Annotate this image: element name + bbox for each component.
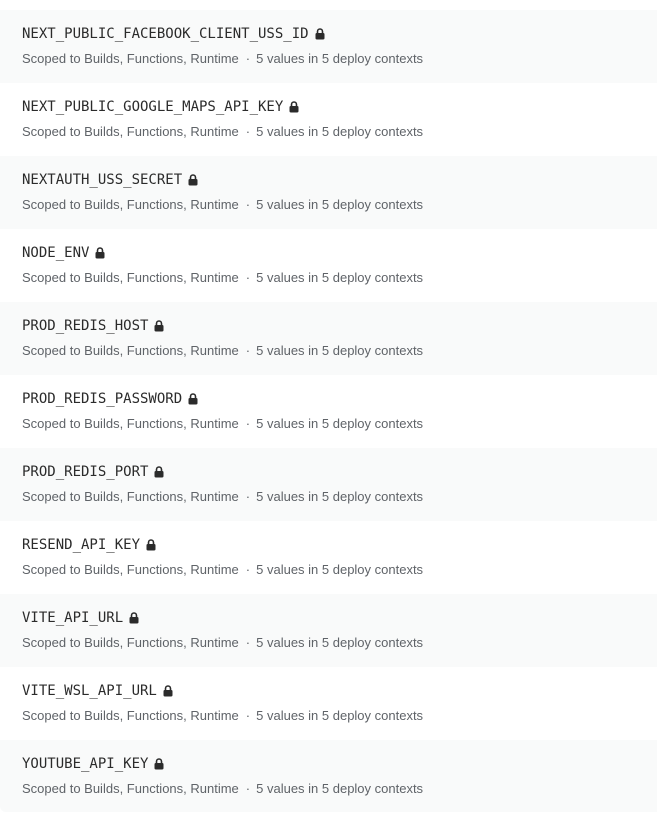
env-var-values-count: 5 values in 5 deploy contexts — [256, 635, 424, 650]
meta-separator: · — [245, 124, 251, 139]
lock-icon — [188, 173, 198, 186]
env-var-values-count: 5 values in 5 deploy contexts — [256, 489, 424, 504]
env-var-scope: Scoped to Builds, Functions, Runtime — [22, 197, 239, 212]
lock-icon — [154, 465, 164, 478]
env-var-key-line: PROD_REDIS_PASSWORD — [22, 391, 635, 408]
env-var-row-resend-api-key[interactable]: RESEND_API_KEY Scoped to Builds, Functio… — [0, 521, 657, 594]
meta-separator: · — [245, 343, 251, 358]
lock-icon — [163, 684, 173, 697]
env-var-key: PROD_REDIS_PASSWORD — [22, 391, 183, 407]
env-var-values-count: 5 values in 5 deploy contexts — [256, 781, 424, 796]
env-var-key-line: NEXT_PUBLIC_FACEBOOK_CLIENT_USS_ID — [22, 26, 635, 43]
meta-separator: · — [245, 635, 251, 650]
list-top-spacer — [0, 0, 657, 10]
env-var-meta: Scoped to Builds, Functions, Runtime · 5 v… — [22, 50, 635, 67]
env-var-scope: Scoped to Builds, Functions, Runtime — [22, 635, 239, 650]
env-var-key-line: PROD_REDIS_PORT — [22, 464, 635, 481]
env-var-key: NODE_ENV — [22, 245, 90, 261]
env-var-row-next-public-google-maps-api-key[interactable]: NEXT_PUBLIC_GOOGLE_MAPS_API_KEY Scoped t… — [0, 83, 657, 156]
env-var-scope: Scoped to Builds, Functions, Runtime — [22, 343, 239, 358]
env-var-key: NEXT_PUBLIC_FACEBOOK_CLIENT_USS_ID — [22, 26, 309, 42]
env-var-meta: Scoped to Builds, Functions, Runtime · 5 v… — [22, 561, 635, 578]
meta-separator: · — [245, 197, 251, 212]
meta-separator: · — [245, 416, 251, 431]
env-var-key-line: VITE_WSL_API_URL — [22, 683, 635, 700]
env-var-row-next-public-facebook-client-uss-id[interactable]: NEXT_PUBLIC_FACEBOOK_CLIENT_USS_ID Scope… — [0, 10, 657, 83]
lock-icon — [146, 538, 156, 551]
env-var-row-vite-api-url[interactable]: VITE_API_URL Scoped to Builds, Functions… — [0, 594, 657, 667]
env-var-key-line: NEXT_PUBLIC_GOOGLE_MAPS_API_KEY — [22, 99, 635, 116]
env-var-scope: Scoped to Builds, Functions, Runtime — [22, 489, 239, 504]
env-var-row-nextauth-uss-secret[interactable]: NEXTAUTH_USS_SECRET Scoped to Builds, Fu… — [0, 156, 657, 229]
env-var-values-count: 5 values in 5 deploy contexts — [256, 197, 424, 212]
env-var-meta: Scoped to Builds, Functions, Runtime · 5 v… — [22, 415, 635, 432]
env-var-key: PROD_REDIS_HOST — [22, 318, 149, 334]
env-var-key: NEXT_PUBLIC_GOOGLE_MAPS_API_KEY — [22, 99, 284, 115]
env-var-meta: Scoped to Builds, Functions, Runtime · 5 v… — [22, 342, 635, 359]
env-var-values-count: 5 values in 5 deploy contexts — [256, 124, 424, 139]
env-var-row-prod-redis-host[interactable]: PROD_REDIS_HOST Scoped to Builds, Functi… — [0, 302, 657, 375]
env-var-values-count: 5 values in 5 deploy contexts — [256, 562, 424, 577]
env-var-scope: Scoped to Builds, Functions, Runtime — [22, 124, 239, 139]
env-var-meta: Scoped to Builds, Functions, Runtime · 5 v… — [22, 488, 635, 505]
env-var-key-line: RESEND_API_KEY — [22, 537, 635, 554]
env-var-meta: Scoped to Builds, Functions, Runtime · 5 v… — [22, 780, 635, 797]
meta-separator: · — [245, 489, 251, 504]
meta-separator: · — [245, 708, 251, 723]
env-var-scope: Scoped to Builds, Functions, Runtime — [22, 708, 239, 723]
env-var-key-line: NEXTAUTH_USS_SECRET — [22, 172, 635, 189]
env-var-row-prod-redis-password[interactable]: PROD_REDIS_PASSWORD Scoped to Builds, Fu… — [0, 375, 657, 448]
env-var-list: NEXT_PUBLIC_FACEBOOK_CLIENT_USS_ID Scope… — [0, 0, 657, 814]
lock-icon — [315, 27, 325, 40]
env-var-meta: Scoped to Builds, Functions, Runtime · 5 v… — [22, 123, 635, 140]
env-var-meta: Scoped to Builds, Functions, Runtime · 5 v… — [22, 707, 635, 724]
env-var-rows: NEXT_PUBLIC_FACEBOOK_CLIENT_USS_ID Scope… — [0, 10, 657, 812]
meta-separator: · — [245, 562, 251, 577]
env-var-scope: Scoped to Builds, Functions, Runtime — [22, 270, 239, 285]
env-var-key: VITE_API_URL — [22, 610, 124, 626]
lock-icon — [188, 392, 198, 405]
lock-icon — [154, 319, 164, 332]
env-var-row-youtube-api-key[interactable]: YOUTUBE_API_KEY Scoped to Builds, Functi… — [0, 740, 657, 812]
env-var-scope: Scoped to Builds, Functions, Runtime — [22, 416, 239, 431]
env-var-key: PROD_REDIS_PORT — [22, 464, 149, 480]
env-var-scope: Scoped to Builds, Functions, Runtime — [22, 51, 239, 66]
lock-icon — [95, 246, 105, 259]
env-var-meta: Scoped to Builds, Functions, Runtime · 5 v… — [22, 196, 635, 213]
env-var-values-count: 5 values in 5 deploy contexts — [256, 416, 424, 431]
env-var-key: RESEND_API_KEY — [22, 537, 141, 553]
env-var-scope: Scoped to Builds, Functions, Runtime — [22, 562, 239, 577]
env-var-key: NEXTAUTH_USS_SECRET — [22, 172, 183, 188]
lock-icon — [289, 100, 299, 113]
env-var-values-count: 5 values in 5 deploy contexts — [256, 51, 424, 66]
env-var-row-node-env[interactable]: NODE_ENV Scoped to Builds, Functions, Ru… — [0, 229, 657, 302]
env-var-key-line: YOUTUBE_API_KEY — [22, 756, 635, 773]
env-var-key-line: VITE_API_URL — [22, 610, 635, 627]
meta-separator: · — [245, 51, 251, 66]
env-var-meta: Scoped to Builds, Functions, Runtime · 5 v… — [22, 269, 635, 286]
env-var-key: VITE_WSL_API_URL — [22, 683, 157, 699]
env-var-meta: Scoped to Builds, Functions, Runtime · 5 v… — [22, 634, 635, 651]
env-var-key-line: PROD_REDIS_HOST — [22, 318, 635, 335]
env-var-values-count: 5 values in 5 deploy contexts — [256, 343, 424, 358]
lock-icon — [129, 611, 139, 624]
env-var-key-line: NODE_ENV — [22, 245, 635, 262]
lock-icon — [154, 757, 164, 770]
meta-separator: · — [245, 781, 251, 796]
env-var-row-vite-wsl-api-url[interactable]: VITE_WSL_API_URL Scoped to Builds, Funct… — [0, 667, 657, 740]
meta-separator: · — [245, 270, 251, 285]
env-var-scope: Scoped to Builds, Functions, Runtime — [22, 781, 239, 796]
env-var-key: YOUTUBE_API_KEY — [22, 756, 149, 772]
env-var-values-count: 5 values in 5 deploy contexts — [256, 270, 424, 285]
env-var-values-count: 5 values in 5 deploy contexts — [256, 708, 424, 723]
env-var-row-prod-redis-port[interactable]: PROD_REDIS_PORT Scoped to Builds, Functi… — [0, 448, 657, 521]
